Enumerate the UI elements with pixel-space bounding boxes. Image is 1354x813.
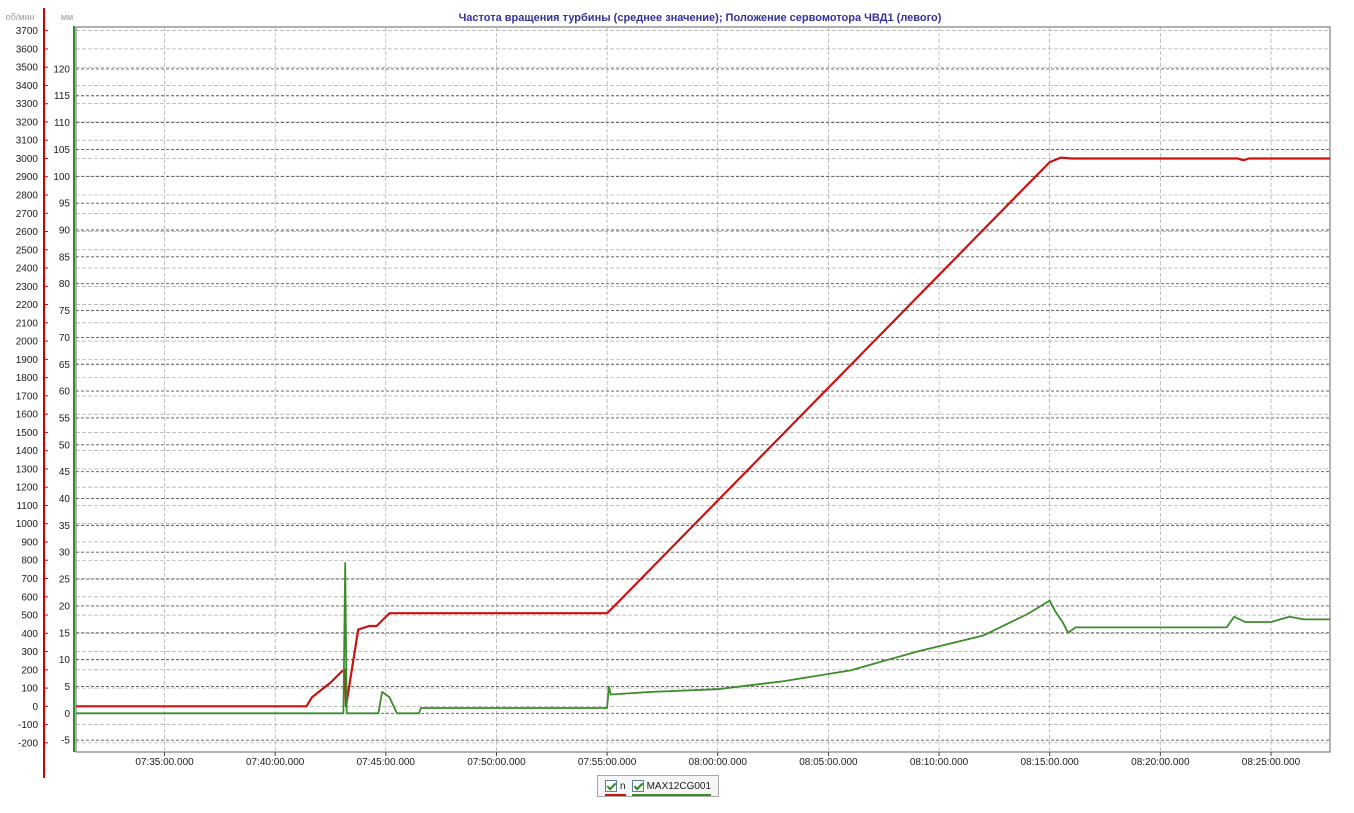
left-tick-label: 500: [21, 611, 38, 622]
right-tick-label: 85: [59, 252, 71, 263]
left-tick-label: 2300: [16, 282, 39, 293]
left-tick-label: 1200: [16, 483, 39, 494]
right-tick-label: 95: [59, 199, 71, 210]
right-tick-label: 90: [59, 226, 71, 237]
left-tick-label: 700: [21, 574, 38, 585]
x-tick-label: 07:45:00.000: [357, 757, 416, 768]
legend-item-n[interactable]: n: [602, 776, 629, 796]
right-tick-label: 70: [59, 333, 71, 344]
legend-item-max12cg001[interactable]: MAX12CG001: [629, 776, 714, 796]
left-tick-label: 2200: [16, 300, 39, 311]
left-tick-label: 1400: [16, 446, 39, 457]
left-tick-label: 800: [21, 556, 38, 567]
left-tick-label: 3700: [16, 26, 39, 37]
left-tick-label: 2900: [16, 172, 39, 183]
x-tick-label: 07:55:00.000: [578, 757, 637, 768]
legend-label-max12cg001: MAX12CG001: [646, 780, 712, 792]
right-tick-label: 100: [53, 172, 70, 183]
right-tick-label: 5: [64, 682, 70, 693]
chart-title: Частота вращения турбины (среднее значен…: [459, 12, 942, 24]
right-tick-label: 60: [59, 387, 71, 398]
left-tick-label: 2400: [16, 264, 39, 275]
right-tick-label: 20: [59, 601, 71, 612]
right-tick-label: 120: [53, 64, 70, 75]
left-tick-label: 2500: [16, 245, 39, 256]
x-tick-label: 08:25:00.000: [1242, 757, 1301, 768]
right-tick-label: 75: [59, 306, 71, 317]
checkbox-icon[interactable]: [605, 780, 617, 792]
left-tick-label: 3600: [16, 44, 39, 55]
left-tick-label: 2100: [16, 318, 39, 329]
legend-label-n: n: [620, 780, 626, 792]
left-tick-label: 100: [21, 684, 38, 695]
checkbox-icon[interactable]: [631, 780, 644, 792]
left-tick-label: 0: [32, 702, 38, 713]
left-tick-label: 3200: [16, 117, 39, 128]
legend: n MAX12CG001: [597, 775, 720, 797]
left-tick-label: 1100: [16, 501, 38, 512]
legend-swatch-max12cg001: [631, 794, 712, 796]
left-tick-label: 3500: [16, 63, 39, 74]
right-tick-label: 115: [54, 91, 70, 102]
left-tick-label: -100: [18, 720, 38, 731]
right-tick-label: 15: [59, 628, 71, 639]
left-tick-label: 1500: [16, 428, 39, 439]
left-tick-label: 2600: [16, 227, 39, 238]
x-tick-label: 07:35:00.000: [135, 757, 194, 768]
x-tick-label: 08:20:00.000: [1131, 757, 1190, 768]
left-tick-label: 1600: [16, 410, 39, 421]
left-tick-label: 1900: [16, 355, 39, 366]
left-tick-label: 3300: [16, 99, 39, 110]
left-tick-label: 3400: [16, 81, 39, 92]
x-tick-label: 08:00:00.000: [689, 757, 748, 768]
left-tick-label: 1700: [16, 391, 39, 402]
left-tick-label: 2700: [16, 209, 39, 220]
right-tick-label: 45: [59, 467, 71, 478]
right-tick-label: -5: [61, 736, 70, 747]
chart-svg: Частота вращения турбины (среднее значен…: [0, 0, 1354, 808]
left-tick-label: -200: [18, 738, 38, 749]
right-tick-label: 30: [59, 548, 71, 559]
right-tick-label: 105: [53, 145, 70, 156]
left-tick-label: 2000: [16, 337, 39, 348]
right-tick-label: 110: [54, 118, 70, 129]
left-tick-label: 600: [21, 592, 38, 603]
right-tick-label: 55: [59, 413, 71, 424]
right-tick-label: 50: [59, 440, 71, 451]
left-tick-label: 3000: [16, 154, 39, 165]
left-tick-label: 3100: [16, 136, 39, 147]
right-tick-label: 35: [59, 521, 71, 532]
x-tick-label: 08:05:00.000: [799, 757, 858, 768]
left-axis-unit: об/мин: [6, 12, 35, 22]
left-tick-label: 1000: [16, 519, 39, 530]
right-tick-label: 65: [59, 360, 71, 371]
left-tick-label: 900: [21, 537, 38, 548]
left-tick-label: 2800: [16, 191, 39, 202]
left-tick-label: 1300: [16, 464, 39, 475]
right-tick-label: 10: [59, 655, 71, 666]
x-tick-label: 08:15:00.000: [1020, 757, 1079, 768]
x-tick-label: 07:40:00.000: [246, 757, 305, 768]
legend-swatch-n: [605, 794, 626, 796]
right-tick-label: 0: [64, 709, 70, 720]
left-tick-label: 400: [21, 629, 38, 640]
right-tick-label: 80: [59, 279, 71, 290]
x-tick-label: 08:10:00.000: [910, 757, 969, 768]
chart-container: Частота вращения турбины (среднее значен…: [0, 0, 1354, 808]
left-tick-label: 300: [21, 647, 38, 658]
right-tick-label: 40: [59, 494, 71, 505]
right-axis-unit: мм: [61, 12, 73, 22]
left-tick-label: 200: [21, 665, 38, 676]
right-tick-label: 25: [59, 575, 71, 586]
x-tick-label: 07:50:00.000: [467, 757, 526, 768]
left-tick-label: 1800: [16, 373, 39, 384]
